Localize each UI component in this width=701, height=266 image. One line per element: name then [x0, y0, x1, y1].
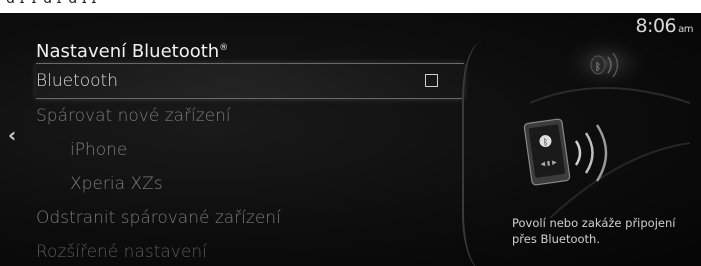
menu-item-label: Rozšířené nastavení — [36, 242, 207, 262]
top-caption-strip: ɑ ɾ ɾ ɑ ɾ ɑ ɪ ɪ — [0, 0, 701, 13]
menu-item-label: Bluetooth — [36, 71, 118, 91]
help-text: Povolí nebo zakáže připojení přes Blueto… — [512, 216, 676, 246]
menu-item-device-iphone[interactable]: iPhone — [36, 133, 464, 167]
menu-item-label: iPhone — [70, 140, 128, 160]
infotainment-screen: 8:06 am ‹ Nastavení Bluetooth® Bluetooth … — [0, 13, 701, 266]
bluetooth-phone-illustration: ᛒ ᛒ ◀ ▮ ▶ — [523, 35, 690, 218]
svg-text:ᛒ: ᛒ — [595, 62, 601, 73]
menu-item-label: Xperia XZs — [70, 174, 163, 194]
menu-item-pair-new-device[interactable]: Spárovat nové zařízení — [36, 99, 464, 133]
menu-item-label: Spárovat nové zařízení — [36, 106, 231, 126]
registered-mark: ® — [219, 43, 229, 53]
menu-item-label: Odstranit spárované zařízení — [36, 208, 281, 228]
panel-divider-arc — [462, 41, 504, 266]
back-chevron-icon[interactable]: ‹ — [8, 123, 16, 147]
menu-title-text: Nastavení Bluetooth — [36, 41, 220, 62]
caption-fragment: ɑ ɾ ɾ ɑ ɾ ɑ ɪ ɪ — [6, 0, 97, 7]
bluetooth-checkbox[interactable] — [425, 74, 438, 87]
phone-icon: ᛒ ◀ ▮ ▶ — [523, 118, 571, 186]
menu-item-advanced-settings[interactable]: Rozšířené nastavení — [36, 235, 464, 266]
menu-item-remove-paired-device[interactable]: Odstranit spárované zařízení — [36, 201, 464, 235]
bluetooth-settings-menu: Nastavení Bluetooth® Bluetooth Spárovat … — [36, 33, 464, 266]
menu-item-device-xperia[interactable]: Xperia XZs — [36, 167, 464, 201]
menu-title: Nastavení Bluetooth® — [36, 33, 464, 63]
menu-item-bluetooth[interactable]: Bluetooth — [36, 63, 464, 99]
